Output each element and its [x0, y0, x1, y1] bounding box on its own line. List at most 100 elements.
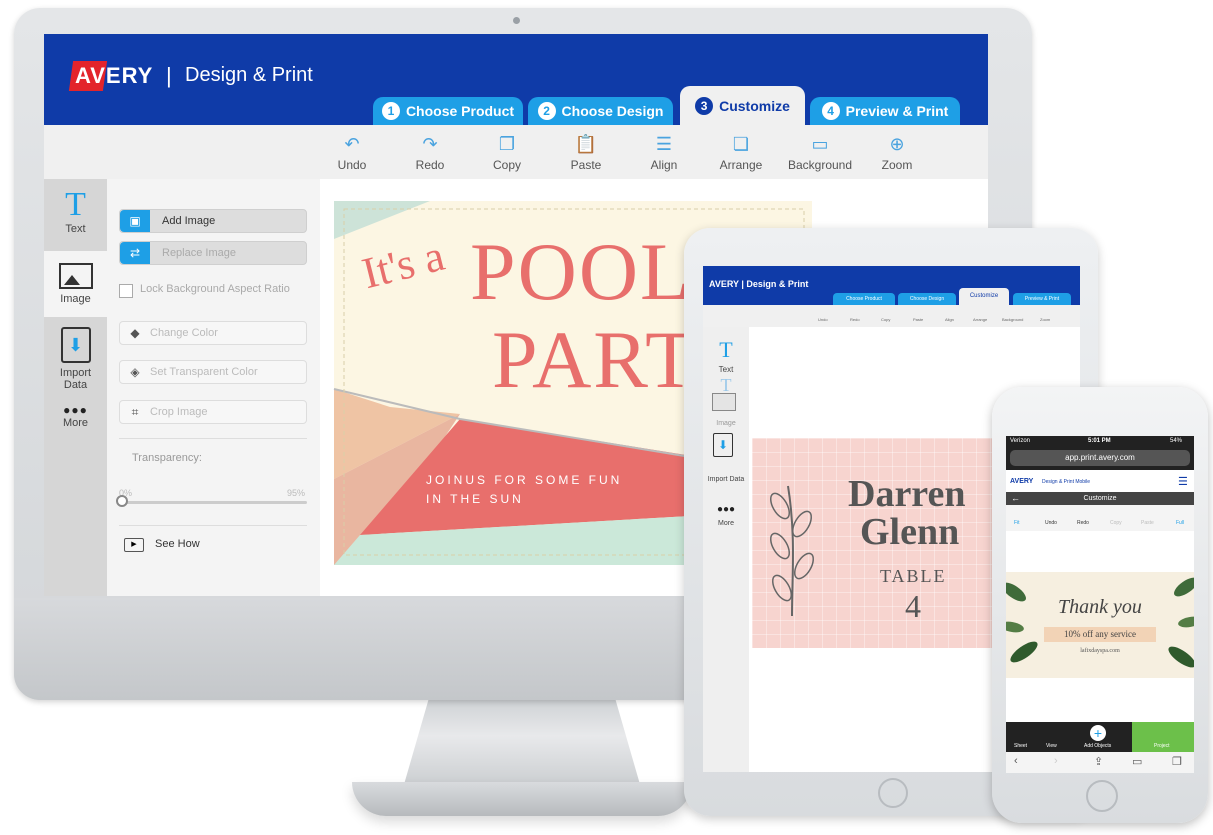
phone-title-bar: ← Customize — [1006, 492, 1194, 505]
tablet-tool-zoom[interactable]: Zoom — [1040, 317, 1050, 322]
card-subtitle-line1: JOINUS FOR SOME FUN — [426, 473, 623, 487]
redo-icon: ↷ — [422, 134, 438, 154]
lock-ratio-checkbox[interactable] — [119, 284, 133, 298]
tablet-tab-preview-print[interactable]: Preview & Print — [1013, 293, 1071, 305]
phone-bottom-bar: Sheet View + Add Objects Project — [1006, 722, 1194, 752]
undo-button[interactable]: ↶ Undo — [317, 133, 387, 172]
tablet-place-card[interactable]: Darren Glenn TABLE 4 — [752, 438, 1012, 648]
see-how-link[interactable]: See How — [155, 538, 200, 550]
tab-label: Choose Design — [561, 103, 664, 119]
phone-tool-fit[interactable]: Fit — [1014, 520, 1020, 526]
tablet-tool-redo[interactable]: Redo — [850, 317, 860, 322]
phone-home-button[interactable] — [1086, 780, 1118, 812]
transparency-slider[interactable] — [119, 501, 307, 504]
tabs-icon[interactable]: ❐ — [1172, 755, 1182, 768]
tab-choose-design[interactable]: 2 Choose Design — [528, 97, 673, 125]
zoom-button[interactable]: ⊕ Zoom — [862, 133, 932, 172]
step-number: 4 — [821, 102, 840, 120]
copy-icon: ❐ — [498, 134, 516, 154]
copy-button[interactable]: ❐ Copy — [472, 133, 542, 172]
card-title-line2: PART — [492, 314, 698, 405]
sidebar-label: Text — [65, 223, 86, 235]
tablet-tool-align[interactable]: Align — [945, 317, 954, 322]
tablet-header: AVERY | Design & Print Choose Product Ch… — [703, 266, 1080, 305]
tab-customize[interactable]: 3 Customize — [680, 86, 805, 125]
add-objects-icon[interactable]: + — [1090, 725, 1106, 741]
url-field[interactable]: app.print.avery.com — [1010, 450, 1190, 466]
imac-stand — [402, 700, 642, 790]
phone-tool-redo[interactable]: Redo — [1077, 520, 1089, 526]
arrange-button[interactable]: ❏ Arrange — [706, 133, 776, 172]
tab-choose-product[interactable]: 1 Choose Product — [373, 97, 523, 125]
align-button[interactable]: ☰ Align — [629, 133, 699, 172]
divider — [119, 525, 307, 526]
text-icon: T — [719, 337, 733, 362]
avery-logo[interactable]: AVERY — [68, 59, 161, 93]
tablet-brand: AVERY | Design & Print — [709, 279, 809, 289]
add-image-button[interactable]: ▣ Add Image — [119, 209, 307, 233]
step-number: 2 — [537, 102, 556, 120]
tool-label: Arrange — [719, 158, 763, 172]
tablet-tool-background[interactable]: Background — [1002, 317, 1023, 322]
phone-view-button[interactable]: View — [1046, 743, 1057, 749]
phone-sheet-button[interactable]: Sheet — [1014, 743, 1027, 749]
sidebar-item-more[interactable]: ●●● More — [44, 403, 107, 443]
set-transparent-button[interactable]: ◈ Set Transparent Color — [119, 360, 307, 384]
phone-tool-undo[interactable]: Undo — [1045, 520, 1057, 526]
paint-bucket-icon: ◆ — [130, 326, 140, 340]
replace-icon: ⇄ — [120, 242, 150, 264]
paste-icon: 📋 — [574, 134, 598, 154]
phone-project-button[interactable]: Project — [1132, 722, 1194, 752]
tablet-home-button[interactable] — [878, 778, 908, 808]
leaf-decoration-icon — [1006, 577, 1194, 668]
tablet-sidebar: T Text T Text Image ⬇ Import Data ●●● Mo… — [703, 327, 749, 772]
phone-app-header: AVERY Design & Print Mobile ☰ — [1006, 472, 1194, 492]
phone-tool-paste[interactable]: Paste — [1141, 520, 1154, 526]
tablet-card-name-line2: Glenn — [860, 511, 960, 553]
slider-handle[interactable] — [116, 495, 128, 507]
redo-button[interactable]: ↷ Redo — [395, 133, 465, 172]
tablet-tab-choose-design[interactable]: Choose Design — [898, 293, 956, 305]
phone-tool-full[interactable]: Full — [1176, 520, 1184, 526]
sidebar-item-import-data[interactable]: ⬇ Import Data — [44, 327, 107, 397]
tablet-tool-arrange[interactable]: Arrange — [973, 317, 987, 322]
bookmarks-icon[interactable]: ▭ — [1132, 755, 1142, 768]
sidebar-label: Image — [60, 293, 91, 305]
tablet-tool-copy[interactable]: Copy — [881, 317, 890, 322]
background-button[interactable]: ▭ Background — [785, 133, 855, 172]
option-label: Replace Image — [162, 247, 236, 259]
image-icon — [712, 393, 736, 411]
tool-label: Paste — [570, 158, 602, 172]
hamburger-menu-icon[interactable]: ☰ — [1178, 475, 1188, 488]
tab-label: Preview & Print — [845, 103, 949, 119]
tablet-tab-customize[interactable]: Customize — [959, 288, 1009, 305]
carrier-label: Verizon — [1010, 438, 1031, 444]
change-color-button[interactable]: ◆ Change Color — [119, 321, 307, 345]
more-icon: ●●● — [63, 403, 88, 417]
phone-thankyou-card[interactable]: Thank you 10% off any service lafixdaysp… — [1006, 572, 1194, 678]
replace-image-button[interactable]: ⇄ Replace Image — [119, 241, 307, 265]
paste-button[interactable]: 📋 Paste — [551, 133, 621, 172]
crop-image-button[interactable]: ⌗ Crop Image — [119, 400, 307, 424]
tablet-tool-undo[interactable]: Undo — [818, 317, 828, 322]
tablet-sidebar-import[interactable]: Import Data — [703, 475, 749, 484]
battery-label: 54% — [1170, 438, 1183, 444]
tablet-sidebar-text[interactable]: Text — [703, 365, 749, 374]
tablet-sidebar-image[interactable]: Image — [703, 420, 749, 427]
option-label: Change Color — [150, 327, 218, 339]
tablet-sidebar-more[interactable]: More — [703, 520, 749, 527]
phone-tool-copy[interactable]: Copy — [1110, 520, 1122, 526]
step-number: 3 — [695, 96, 714, 115]
share-icon[interactable]: ⇪ — [1094, 755, 1103, 768]
tab-preview-print[interactable]: 4 Preview & Print — [810, 97, 960, 125]
back-icon[interactable]: ‹ — [1014, 755, 1018, 767]
option-label: Add Image — [162, 215, 216, 227]
forward-icon[interactable]: › — [1054, 755, 1058, 767]
transparent-color-icon: ◈ — [130, 365, 140, 379]
sidebar-item-image[interactable]: Image — [44, 251, 107, 317]
brand-separator: | — [166, 63, 172, 88]
tablet-tab-choose-product[interactable]: Choose Product — [833, 293, 895, 305]
tablet-tool-paste[interactable]: Paste — [913, 317, 923, 322]
phone-project-label: Project — [1154, 743, 1170, 749]
sidebar-item-text[interactable]: T Text — [44, 187, 107, 247]
